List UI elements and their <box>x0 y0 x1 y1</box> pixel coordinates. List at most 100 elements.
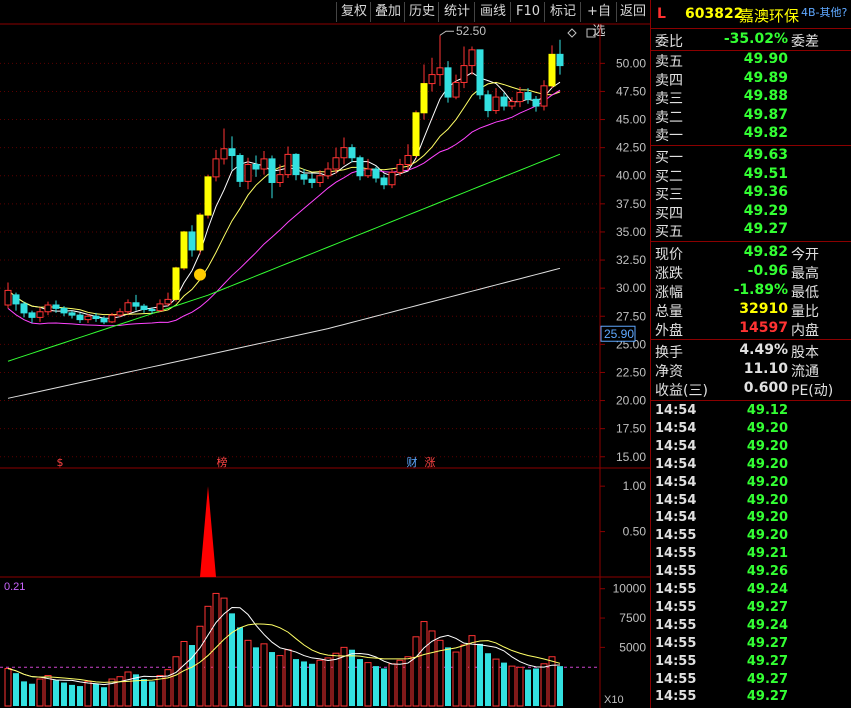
candle-body <box>148 309 156 312</box>
volume-bar <box>477 643 483 706</box>
candle-body <box>532 98 540 107</box>
stat-row-1-value: -0.96 <box>747 263 788 279</box>
tick-time: 14:55 <box>655 653 697 669</box>
volume-bar <box>357 659 363 706</box>
indicator-tick-label: 1.00 <box>623 479 647 493</box>
tick-time: 14:54 <box>655 510 697 526</box>
stat-row-3-label: 总量 <box>655 304 683 320</box>
candle-body <box>372 168 380 179</box>
bid-row-2-value: 49.51 <box>743 165 788 182</box>
stat-row-0: 现价 49.82 今开 <box>651 244 851 263</box>
finance-row-2: 收益(三) 0.600 PE(动) <box>651 380 851 399</box>
high-pointer <box>439 30 454 36</box>
candle-body <box>284 153 292 176</box>
ask-row-5: 卖五 49.90 <box>651 51 851 70</box>
y-tick-label: 37.50 <box>616 197 646 211</box>
signal-spike <box>200 486 216 577</box>
volume-bar <box>533 668 539 706</box>
volume-bar <box>69 684 75 706</box>
candle-body <box>76 314 84 321</box>
ask-row-1: 卖一 49.82 <box>651 125 851 144</box>
candle-body <box>28 312 36 318</box>
candle-body <box>228 148 236 157</box>
ma5-line <box>7 71 561 319</box>
volume-bar <box>53 680 59 706</box>
volume-bar <box>260 643 268 707</box>
stat-row-0-label2: 今开 <box>791 247 819 263</box>
candle-body <box>68 312 76 316</box>
bid-row-3: 买三 49.36 <box>651 184 851 203</box>
tick-row: 14:55 49.27 <box>651 672 851 690</box>
y-tick-label: 20.00 <box>616 394 646 408</box>
y-tick-label: 50.00 <box>616 56 646 70</box>
candle-body <box>556 53 564 67</box>
bid-row-1-label: 买一 <box>655 150 683 166</box>
candle-body <box>404 155 412 166</box>
bid-row-1: 买一 49.63 <box>651 147 851 166</box>
tick-price: 49.20 <box>746 438 788 454</box>
stat-row-4-value: 14597 <box>739 320 788 336</box>
y-tick-label: 45.00 <box>616 113 646 127</box>
candle-body <box>116 311 124 316</box>
candle-body <box>436 67 444 76</box>
event-marker: 涨 <box>425 456 436 469</box>
tick-row: 14:54 49.20 <box>651 475 851 493</box>
tick-price: 49.21 <box>746 546 788 562</box>
candle-body <box>332 157 340 170</box>
candle-body <box>100 318 108 323</box>
tick-time: 14:55 <box>655 546 697 562</box>
tick-row: 14:55 49.24 <box>651 618 851 636</box>
candle-body <box>236 155 244 182</box>
tick-price: 49.20 <box>746 528 788 544</box>
volume-bar <box>332 652 340 707</box>
tick-price: 49.20 <box>746 456 788 472</box>
volume-bar <box>396 659 404 707</box>
market-flag: L <box>657 6 666 22</box>
tick-row: 14:55 49.21 <box>651 546 851 564</box>
candle-body <box>492 96 500 112</box>
finance-row-1: 净资 11.10 流通 <box>651 361 851 380</box>
tick-time: 14:54 <box>655 492 697 508</box>
ma10-line <box>7 81 561 316</box>
tick-time: 14:54 <box>655 456 697 472</box>
candle-body <box>60 307 68 314</box>
bid-row-3-value: 49.36 <box>743 184 788 200</box>
tick-price: 49.24 <box>746 582 788 597</box>
volume-bar <box>244 639 252 707</box>
weicha-label: 委差 <box>791 34 819 50</box>
candle-body <box>484 94 492 112</box>
stat-row-2: 涨幅 -1.89% 最低 <box>651 282 851 301</box>
bid-row-3-label: 买三 <box>655 187 683 203</box>
volume-bar <box>276 655 284 707</box>
ask-row-2-value: 49.87 <box>743 106 788 123</box>
bid-row-4-value: 49.29 <box>743 202 788 219</box>
y-tick-label: 27.50 <box>616 309 646 323</box>
candle-body <box>364 168 372 177</box>
volume-bar <box>253 647 259 706</box>
tick-price: 49.27 <box>746 689 788 705</box>
stat-row-4: 外盘 14597 内盘 <box>651 320 851 339</box>
tick-row: 14:55 49.24 <box>651 582 851 600</box>
candle-body <box>380 177 388 186</box>
volume-bar <box>93 683 99 706</box>
candle-body <box>164 298 172 305</box>
volume-bar <box>428 630 436 707</box>
volume-bar <box>156 675 164 707</box>
volume-bar <box>293 659 299 706</box>
volume-bar <box>141 679 147 706</box>
stat-row-2-label: 涨幅 <box>655 285 683 301</box>
tick-row: 14:55 49.27 <box>651 654 851 672</box>
event-marker: 榜 <box>217 455 228 469</box>
bid-row-4: 买四 49.29 <box>651 202 851 222</box>
volume-bar <box>101 687 107 706</box>
volume-bar <box>29 683 35 706</box>
tick-time: 14:55 <box>655 689 697 705</box>
candle-body <box>156 303 164 312</box>
candle-body <box>468 49 476 67</box>
candle-body <box>388 171 396 186</box>
other-link[interactable]: 4B-其他? <box>801 4 847 20</box>
volume-bar <box>84 680 92 707</box>
volume-bar <box>133 674 139 706</box>
kline-chart[interactable]: 52.50 50.00 47.50 45.00 42.50 40.00 37.50 35.0… <box>0 0 650 708</box>
volume-bar <box>189 645 195 706</box>
